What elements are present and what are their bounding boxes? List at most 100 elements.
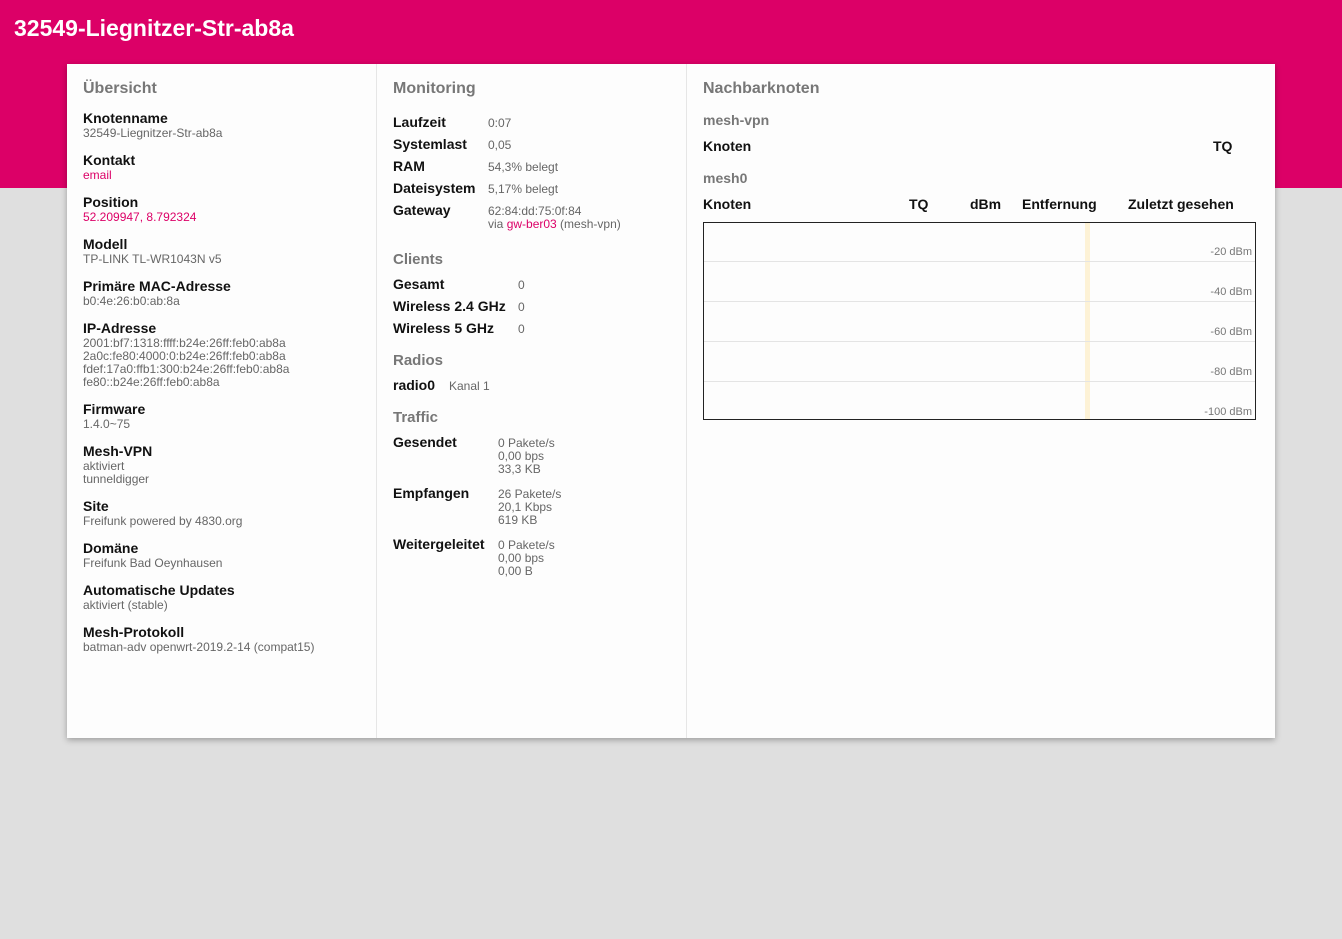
client-row: Gesamt 0 — [393, 276, 670, 292]
overview-item: Position 52.209947, 8.792324 — [83, 194, 360, 224]
filesystem-label: Dateisystem — [393, 180, 476, 196]
traffic-label: Gesendet — [393, 434, 457, 450]
graph-marker-band — [1085, 223, 1090, 419]
traffic-title: Traffic — [393, 409, 439, 426]
client-row: Wireless 2.4 GHz 0 — [393, 298, 670, 314]
client-value: 0 — [518, 300, 525, 314]
overview-item-value: fe80::b24e:26ff:feb0:ab8a — [83, 375, 220, 389]
client-label: Gesamt — [393, 276, 445, 292]
ram-row: RAM 54,3% belegt — [393, 158, 670, 174]
traffic-values: 26 Pakete/s 20,1 Kbps 619 KB — [498, 485, 561, 527]
filesystem-value: 5,17% belegt — [488, 182, 559, 196]
mesh-col-last-seen[interactable]: Zuletzt gesehen — [1128, 196, 1257, 216]
load-row: Systemlast 0,05 — [393, 136, 670, 152]
overview-item-value: tunneldigger — [83, 472, 150, 486]
overview-item: Automatische Updates aktiviert (stable) — [83, 582, 360, 612]
overview-item: Knotenname 32549-Liegnitzer-Str-ab8a — [83, 110, 360, 140]
overview-item-value: TP-LINK TL-WR1043N v5 — [83, 252, 222, 266]
overview-column: Übersicht Knotenname 32549-Liegnitzer-Str… — [67, 64, 377, 738]
radio-label: radio0 — [393, 377, 436, 393]
overview-item: Firmware 1.4.0~75 — [83, 401, 360, 431]
graph-label-100: -100 dBm — [1204, 406, 1252, 418]
uptime-value: 0:07 — [488, 116, 512, 130]
gridline-20 — [704, 261, 1255, 262]
overview-item-value: batman-adv openwrt-2019.2-14 (compat15) — [83, 640, 315, 654]
client-label: Wireless 2.4 GHz — [393, 298, 506, 314]
traffic-value: 0,00 B — [498, 564, 533, 578]
overview-item-label: Primäre MAC-Adresse — [83, 278, 231, 294]
overview-item: Site Freifunk powered by 4830.org — [83, 498, 360, 528]
mesh0-title: mesh0 — [703, 170, 748, 186]
uptime-label: Laufzeit — [393, 114, 446, 130]
overview-item: Mesh-VPN aktiviert tunneldigger — [83, 443, 360, 486]
overview-item-label: Automatische Updates — [83, 582, 235, 598]
overview-item-label: Site — [83, 498, 109, 514]
gateway-mac: 62:84:dd:75:0f:84 — [488, 204, 582, 218]
client-value: 0 — [518, 322, 525, 336]
overview-item-label: Mesh-Protokoll — [83, 624, 185, 640]
overview-item-value: 32549-Liegnitzer-Str-ab8a — [83, 126, 223, 140]
graph-label-40: -40 dBm — [1210, 286, 1252, 298]
mesh-col-node[interactable]: Knoten — [703, 196, 909, 216]
mesh-vpn-title: mesh-vpn — [703, 112, 770, 128]
overview-item-label: Firmware — [83, 401, 146, 417]
client-label: Wireless 5 GHz — [393, 320, 495, 336]
graph-label-20: -20 dBm — [1210, 246, 1252, 258]
clients-title: Clients — [393, 251, 444, 268]
overview-item-link[interactable]: email — [83, 169, 360, 182]
traffic-row: Weitergeleitet 0 Pakete/s 0,00 bps 0,00 B — [393, 536, 670, 578]
overview-item-label: Domäne — [83, 540, 139, 556]
gateway-via: via — [488, 217, 507, 231]
overview-item: Kontakt email — [83, 152, 360, 182]
vpn-col-node[interactable]: Knoten — [703, 138, 1213, 158]
overview-item: Modell TP-LINK TL-WR1043N v5 — [83, 236, 360, 266]
overview-item: Mesh-Protokoll batman-adv openwrt-2019.2-… — [83, 624, 360, 654]
traffic-values: 0 Pakete/s 0,00 bps 33,3 KB — [498, 434, 555, 476]
overview-item-label: Kontakt — [83, 152, 136, 168]
gateway-label: Gateway — [393, 202, 451, 218]
node-card: Übersicht Knotenname 32549-Liegnitzer-Str… — [67, 64, 1275, 738]
signal-graph: -20 dBm -40 dBm -60 dBm -80 dBm -100 dBm — [703, 222, 1256, 420]
graph-label-60: -60 dBm — [1210, 326, 1252, 338]
load-value: 0,05 — [488, 138, 512, 152]
client-row: Wireless 5 GHz 0 — [393, 320, 670, 336]
overview-item-value: aktiviert (stable) — [83, 598, 168, 612]
overview-item-value: b0:4e:26:b0:ab:8a — [83, 294, 180, 308]
overview-item-label: IP-Adresse — [83, 320, 157, 336]
gridline-40 — [704, 301, 1255, 302]
overview-item-value: 1.4.0~75 — [83, 417, 131, 431]
overview-item-label: Mesh-VPN — [83, 443, 153, 459]
mesh-col-distance[interactable]: Entfernung — [1022, 196, 1128, 216]
gateway-link[interactable]: gw-ber03 — [507, 217, 557, 231]
mesh-col-tq[interactable]: TQ — [909, 196, 970, 216]
ram-value: 54,3% belegt — [488, 160, 559, 174]
monitoring-title: Monitoring — [393, 80, 476, 97]
traffic-values: 0 Pakete/s 0,00 bps 0,00 B — [498, 536, 555, 578]
overview-list: Knotenname 32549-Liegnitzer-Str-ab8a Konta… — [83, 110, 360, 654]
overview-item: Domäne Freifunk Bad Oeynhausen — [83, 540, 360, 570]
overview-item: IP-Adresse 2001:bf7:1318:ffff:b24e:26ff:f… — [83, 320, 360, 389]
gridline-60 — [704, 341, 1255, 342]
mesh0-table: Knoten TQ dBm Entfernung Zuletzt gesehen — [703, 196, 1257, 216]
clients-list: Gesamt 0 Wireless 2.4 GHz 0 Wireless 5 GHz 0 — [393, 276, 670, 336]
vpn-col-tq[interactable]: TQ — [1213, 138, 1257, 158]
neighbours-title: Nachbarknoten — [703, 80, 820, 97]
radio-row: radio0 Kanal 1 — [393, 377, 670, 393]
neighbours-column: Nachbarknoten mesh-vpn Knoten TQ mesh0 K… — [687, 64, 1275, 738]
gateway-iface: (mesh-vpn) — [556, 217, 621, 231]
traffic-label: Weitergeleitet — [393, 536, 485, 552]
page-title: 32549-Liegnitzer-Str-ab8a — [14, 15, 294, 41]
traffic-row: Gesendet 0 Pakete/s 0,00 bps 33,3 KB — [393, 434, 670, 476]
load-label: Systemlast — [393, 136, 467, 152]
overview-title: Übersicht — [83, 80, 157, 97]
gateway-row: Gateway 62:84:dd:75:0f:84 via gw-ber03 (… — [393, 202, 670, 231]
filesystem-row: Dateisystem 5,17% belegt — [393, 180, 670, 196]
overview-item-label: Modell — [83, 236, 128, 252]
overview-item-link[interactable]: 52.209947, 8.792324 — [83, 211, 360, 224]
overview-item-label: Position — [83, 194, 139, 210]
radios-title: Radios — [393, 352, 444, 369]
monitoring-column: Monitoring Laufzeit 0:07 Systemlast 0,05… — [377, 64, 687, 738]
mesh-col-dbm[interactable]: dBm — [970, 196, 1022, 216]
graph-label-80: -80 dBm — [1210, 366, 1252, 378]
gridline-80 — [704, 381, 1255, 382]
